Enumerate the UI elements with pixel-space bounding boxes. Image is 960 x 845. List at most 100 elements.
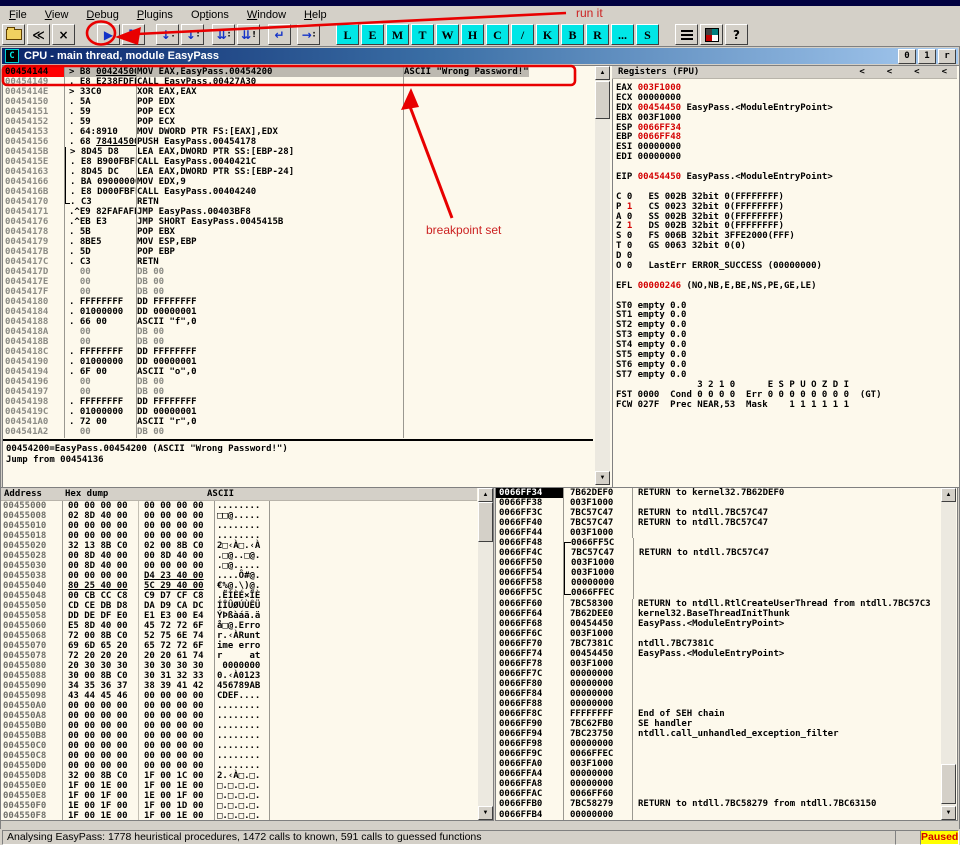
stack-row[interactable]: 0066FF8800000000 xyxy=(496,699,940,709)
cpu-window-button-0[interactable]: 0 xyxy=(898,49,916,64)
dump-row[interactable]: 0045502800 8D 40 0000 8D 40 00.□@..□@. xyxy=(1,551,477,561)
open-folder-icon[interactable] xyxy=(2,24,25,45)
dump-row[interactable]: 0045504800 CB CC C8C9 D7 CF C8.ËÌÈÉ×ÏÈ xyxy=(1,591,477,601)
dump-row[interactable]: 0045503000 8D 40 0000 00 00 00.□@..... xyxy=(1,561,477,571)
menu-item-view[interactable]: View xyxy=(36,8,78,22)
register-line[interactable]: ST3 empty 0.0 xyxy=(616,330,956,340)
disasm-row[interactable]: 0045419C. 01000000DD 00000001 xyxy=(3,407,593,417)
register-line[interactable]: ST0 empty 0.0 xyxy=(616,301,956,311)
letter-button-R[interactable]: R xyxy=(586,24,609,45)
stack-row[interactable]: 0066FF9C0066FFEC xyxy=(496,749,940,759)
disasm-row[interactable]: 00454156. 68 78414500PUSH EasyPass.00454… xyxy=(3,137,593,147)
register-line[interactable] xyxy=(616,182,956,192)
letter-button-H[interactable]: H xyxy=(461,24,484,45)
disasm-row[interactable]: 00454166. BA 09000000MOV EDX,9 xyxy=(3,177,593,187)
register-line[interactable]: D 0 xyxy=(616,251,956,261)
appearance-icon[interactable] xyxy=(700,24,723,45)
disasm-row[interactable]: 0045414E> 33C0XOR EAX,EAX xyxy=(3,87,593,97)
dump-row[interactable]: 004550F01E 00 1F 001F 00 1D 00□.□.□.□. xyxy=(1,801,477,811)
register-line[interactable]: ST5 empty 0.0 xyxy=(616,350,956,360)
stack-row[interactable]: 0066FF7C00000000 xyxy=(496,669,940,679)
stack-row[interactable]: 0066FF3C7BC57C47RETURN to ntdll.7BC57C47 xyxy=(496,508,940,518)
windows-list-icon[interactable] xyxy=(675,24,698,45)
disasm-scrollbar[interactable] xyxy=(595,66,610,485)
register-line[interactable]: ESP 0066FF34 xyxy=(616,123,956,133)
dump-header[interactable]: Address Hex dump ASCII xyxy=(1,488,477,501)
stack-row[interactable]: 0066FFB07BC58279RETURN to ntdll.7BC58279… xyxy=(496,799,940,809)
dump-row[interactable]: 004550F81F 00 1E 001F 00 1E 00□.□.□.□. xyxy=(1,811,477,820)
stack-scrollbar-down[interactable]: ▼ xyxy=(941,806,956,820)
disasm-row[interactable]: 0045418C. FFFFFFFFDD FFFFFFFF xyxy=(3,347,593,357)
close-icon[interactable]: × xyxy=(52,24,75,45)
dump-row[interactable]: 0045500802 8D 40 0000 00 00 00□□@..... xyxy=(1,511,477,521)
help-icon[interactable]: ? xyxy=(725,24,748,45)
letter-button-L[interactable]: L xyxy=(336,24,359,45)
letter-button-E[interactable]: E xyxy=(361,24,384,45)
letter-button-W[interactable]: W xyxy=(436,24,459,45)
stack-row[interactable]: 0066FF6C003F1000 xyxy=(496,629,940,639)
register-line[interactable]: O 0 LastErr ERROR_SUCCESS (00000000) xyxy=(616,261,956,271)
stack-row[interactable]: 0066FF44003F1000 xyxy=(496,528,940,538)
register-line[interactable]: FST 0000 Cond 0 0 0 0 Err 0 0 0 0 0 0 0 … xyxy=(616,390,956,400)
letter-button-/[interactable]: / xyxy=(511,24,534,45)
dump-row[interactable]: 00455058DD DE DF E0E1 E3 00 E4ÝÞßàáã.ä xyxy=(1,611,477,621)
disasm-row[interactable]: 00454190. 01000000DD 00000001 xyxy=(3,357,593,367)
stack-row[interactable]: 0066FFA400000000 xyxy=(496,769,940,779)
letter-button-T[interactable]: T xyxy=(411,24,434,45)
stack-row[interactable]: 0066FF8400000000 xyxy=(496,689,940,699)
disasm-scrollbar-down[interactable]: ▼ xyxy=(595,471,610,485)
register-line[interactable]: EFL 00000246 (NO,NB,E,BE,NS,PE,GE,LE) xyxy=(616,281,956,291)
register-line[interactable]: EDX 00454450 EasyPass.<ModuleEntryPoint> xyxy=(616,103,956,113)
dump-row[interactable]: 0045500000 00 00 0000 00 00 00........ xyxy=(1,501,477,511)
stack-row[interactable]: 0066FF9800000000 xyxy=(496,739,940,749)
collapse-mark[interactable]: < xyxy=(859,66,864,78)
disasm-row[interactable]: 0045418A 00DB 00 xyxy=(3,327,593,337)
collapse-mark[interactable]: < xyxy=(942,66,947,78)
register-line[interactable]: EBP 0066FF48 xyxy=(616,132,956,142)
stack-row[interactable]: 0066FF50003F1000 xyxy=(496,558,940,568)
letter-button-S[interactable]: S xyxy=(636,24,659,45)
register-line[interactable]: ESI 00000000 xyxy=(616,142,956,152)
stack-row[interactable]: 0066FF947BC23750ntdll.call_unhandled_exc… xyxy=(496,729,940,739)
dump-row[interactable]: 00455060E5 8D 40 0045 72 72 6Få□@.Erro xyxy=(1,621,477,631)
register-line[interactable]: 3 2 1 0 E S P U O Z D I xyxy=(616,380,956,390)
disasm-row[interactable]: 004541A2 00DB 00 xyxy=(3,427,593,437)
stack-row[interactable]: 0066FF8000000000 xyxy=(496,679,940,689)
menu-item-debug[interactable]: Debug xyxy=(77,8,127,22)
disasm-row[interactable]: 0045417C. C3RETN xyxy=(3,257,593,267)
disasm-row[interactable]: 00454171.^E9 82FAFAFFJMP EasyPass.00403B… xyxy=(3,207,593,217)
stack-row[interactable]: 0066FFAC0066FF60 xyxy=(496,789,940,799)
disasm-row[interactable]: 00454198. FFFFFFFFDD FFFFFFFF xyxy=(3,397,593,407)
register-line[interactable]: T 0 GS 0063 32bit 0(0) xyxy=(616,241,956,251)
register-line[interactable]: ST7 empty 0.0 xyxy=(616,370,956,380)
collapse-mark[interactable]: < xyxy=(914,66,919,78)
step-over-icon[interactable]: ↓∶ xyxy=(181,24,204,45)
register-line[interactable]: P 1 CS 0023 32bit 0(FFFFFFFF) xyxy=(616,202,956,212)
disasm-row[interactable]: 00454178. 5BPOP EBX xyxy=(3,227,593,237)
disasm-row[interactable]: 00454188. 66 00ASCII "f",0 xyxy=(3,317,593,327)
stack-row[interactable]: 0066FF8CFFFFFFFFEnd of SEH chain xyxy=(496,709,940,719)
register-line[interactable] xyxy=(616,162,956,172)
dump-row[interactable]: 004550C800 00 00 0000 00 00 00........ xyxy=(1,751,477,761)
stack-row[interactable]: 0066FF707BC7381Cntdll.7BC7381C xyxy=(496,639,940,649)
animate-into-icon[interactable]: ⇊∶ xyxy=(212,24,235,45)
disasm-row[interactable]: 00454153. 64:8910MOV DWORD PTR FS:[EAX],… xyxy=(3,127,593,137)
dump-row[interactable]: 00455050CD CE DB D8DA D9 CA DCÍÎÛØÚÙÊÜ xyxy=(1,601,477,611)
disasm-row[interactable]: 00454196 00DB 00 xyxy=(3,377,593,387)
dump-scrollbar-down[interactable]: ▼ xyxy=(478,806,493,820)
register-line[interactable]: C 0 ES 002B 32bit 0(FFFFFFFF) xyxy=(616,192,956,202)
disasm-row[interactable]: 00454152. 59POP ECX xyxy=(3,117,593,127)
dump-row[interactable]: 0045501800 00 00 0000 00 00 00........ xyxy=(1,531,477,541)
letter-button-C[interactable]: C xyxy=(486,24,509,45)
cpu-window-button-1[interactable]: 1 xyxy=(918,49,936,64)
register-line[interactable]: EAX 003F1000 xyxy=(616,83,956,93)
register-line[interactable]: ST4 empty 0.0 xyxy=(616,340,956,350)
stack-row[interactable]: 0066FF407BC57C47RETURN to ntdll.7BC57C47 xyxy=(496,518,940,528)
disasm-row[interactable]: 00454194. 6F 00ASCII "o",0 xyxy=(3,367,593,377)
letter-button-dots[interactable]: ... xyxy=(611,24,634,45)
disasm-row[interactable]: 004541A0. 72 00ASCII "r",0 xyxy=(3,417,593,427)
dump-row[interactable]: 0045509843 44 45 4600 00 00 00CDEF.... xyxy=(1,691,477,701)
dump-scrollbar-thumb[interactable] xyxy=(478,502,493,542)
letter-button-B[interactable]: B xyxy=(561,24,584,45)
collapse-mark[interactable]: < xyxy=(887,66,892,78)
